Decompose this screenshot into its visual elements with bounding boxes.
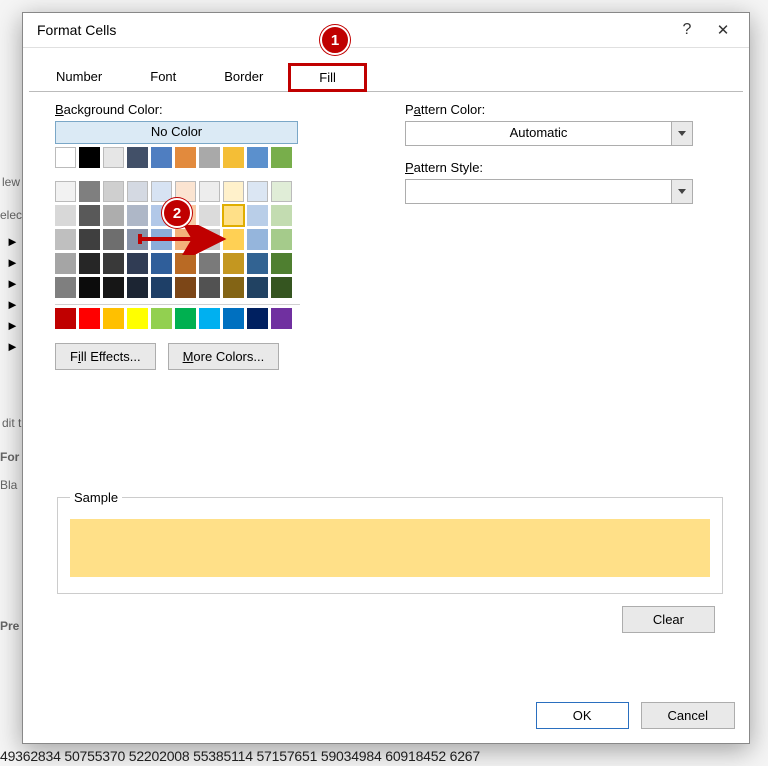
color-swatch[interactable] xyxy=(199,181,220,202)
color-swatch[interactable] xyxy=(271,308,292,329)
chevron-down-icon[interactable] xyxy=(671,122,692,145)
color-swatch[interactable] xyxy=(127,253,148,274)
color-swatch[interactable] xyxy=(223,277,244,298)
color-swatch[interactable] xyxy=(79,229,100,250)
color-swatch[interactable] xyxy=(271,229,292,250)
color-swatch[interactable] xyxy=(271,205,292,226)
spreadsheet-row-values: 49362834 50755370 52202008 55385114 5715… xyxy=(0,748,480,764)
format-cells-dialog: Format Cells ? ✕ Number Font Border Fill… xyxy=(22,12,750,744)
chevron-down-icon[interactable] xyxy=(671,180,692,203)
color-swatch[interactable] xyxy=(103,147,124,168)
color-swatch[interactable] xyxy=(175,308,196,329)
color-swatch[interactable] xyxy=(247,181,268,202)
color-swatch[interactable] xyxy=(127,308,148,329)
color-swatch[interactable] xyxy=(103,277,124,298)
color-swatch[interactable] xyxy=(271,277,292,298)
pattern-style-dropdown[interactable] xyxy=(405,179,693,204)
dialog-title: Format Cells xyxy=(37,22,669,38)
tab-font[interactable]: Font xyxy=(127,62,199,91)
color-swatch[interactable] xyxy=(55,277,76,298)
color-swatch[interactable] xyxy=(223,147,244,168)
annotation-badge-1: 1 xyxy=(320,25,350,55)
color-swatch[interactable] xyxy=(103,253,124,274)
color-swatch[interactable] xyxy=(247,205,268,226)
color-swatch[interactable] xyxy=(127,277,148,298)
color-swatch[interactable] xyxy=(271,253,292,274)
color-swatch[interactable] xyxy=(223,205,244,226)
tab-border[interactable]: Border xyxy=(201,62,286,91)
color-swatch[interactable] xyxy=(223,253,244,274)
pattern-color-label: Pattern Color: xyxy=(405,102,725,117)
color-swatch[interactable] xyxy=(79,205,100,226)
color-swatch[interactable] xyxy=(127,205,148,226)
color-swatch[interactable] xyxy=(79,147,100,168)
cancel-button[interactable]: Cancel xyxy=(641,702,735,729)
color-swatch[interactable] xyxy=(103,181,124,202)
color-swatch[interactable] xyxy=(151,253,172,274)
color-swatch[interactable] xyxy=(127,147,148,168)
tab-number[interactable]: Number xyxy=(33,62,125,91)
color-swatch[interactable] xyxy=(247,147,268,168)
color-swatch[interactable] xyxy=(79,308,100,329)
color-swatch[interactable] xyxy=(175,277,196,298)
no-color-button[interactable]: No Color xyxy=(55,121,298,144)
color-swatch[interactable] xyxy=(199,147,220,168)
color-swatch[interactable] xyxy=(55,253,76,274)
color-swatch[interactable] xyxy=(175,147,196,168)
color-swatch[interactable] xyxy=(247,229,268,250)
clear-button[interactable]: Clear xyxy=(622,606,715,633)
color-swatch[interactable] xyxy=(127,181,148,202)
color-swatch[interactable] xyxy=(55,205,76,226)
pattern-style-label: Pattern Style: xyxy=(405,160,725,175)
color-swatch[interactable] xyxy=(199,277,220,298)
tab-fill[interactable]: Fill xyxy=(288,63,367,92)
color-swatch[interactable] xyxy=(247,277,268,298)
color-swatch[interactable] xyxy=(79,253,100,274)
close-button[interactable]: ✕ xyxy=(705,21,741,39)
dialog-titlebar: Format Cells ? ✕ xyxy=(23,13,749,48)
annotation-arrow-icon xyxy=(138,225,238,255)
color-swatch[interactable] xyxy=(55,308,76,329)
color-swatch[interactable] xyxy=(151,277,172,298)
color-swatch[interactable] xyxy=(103,308,124,329)
sample-preview xyxy=(70,519,710,577)
color-swatch[interactable] xyxy=(175,253,196,274)
annotation-badge-2: 2 xyxy=(162,198,192,228)
color-swatch[interactable] xyxy=(271,181,292,202)
pattern-color-value: Automatic xyxy=(406,122,671,145)
color-swatch[interactable] xyxy=(55,229,76,250)
color-swatch[interactable] xyxy=(271,147,292,168)
color-swatch[interactable] xyxy=(223,308,244,329)
help-button[interactable]: ? xyxy=(669,21,705,39)
color-swatch[interactable] xyxy=(247,253,268,274)
tab-strip: Number Font Border Fill xyxy=(29,62,743,92)
color-swatch[interactable] xyxy=(223,181,244,202)
color-swatch[interactable] xyxy=(55,181,76,202)
sample-fieldset: Sample xyxy=(57,490,723,594)
color-swatch[interactable] xyxy=(247,308,268,329)
color-swatch[interactable] xyxy=(55,147,76,168)
color-swatch[interactable] xyxy=(199,205,220,226)
sample-legend: Sample xyxy=(70,490,122,505)
color-swatch[interactable] xyxy=(199,308,220,329)
more-colors-button[interactable]: More Colors... xyxy=(168,343,280,370)
color-swatch[interactable] xyxy=(103,205,124,226)
color-swatch[interactable] xyxy=(199,253,220,274)
fill-effects-button[interactable]: Fill Effects... xyxy=(55,343,156,370)
color-swatch[interactable] xyxy=(79,277,100,298)
color-swatch[interactable] xyxy=(103,229,124,250)
color-swatch[interactable] xyxy=(151,147,172,168)
background-color-label: Background Color: xyxy=(55,102,355,117)
color-swatch[interactable] xyxy=(79,181,100,202)
pattern-color-dropdown[interactable]: Automatic xyxy=(405,121,693,146)
ok-button[interactable]: OK xyxy=(536,702,629,729)
pattern-panel: Pattern Color: Automatic Pattern Style: xyxy=(405,102,725,370)
pattern-style-value xyxy=(406,180,671,203)
color-swatch[interactable] xyxy=(151,308,172,329)
